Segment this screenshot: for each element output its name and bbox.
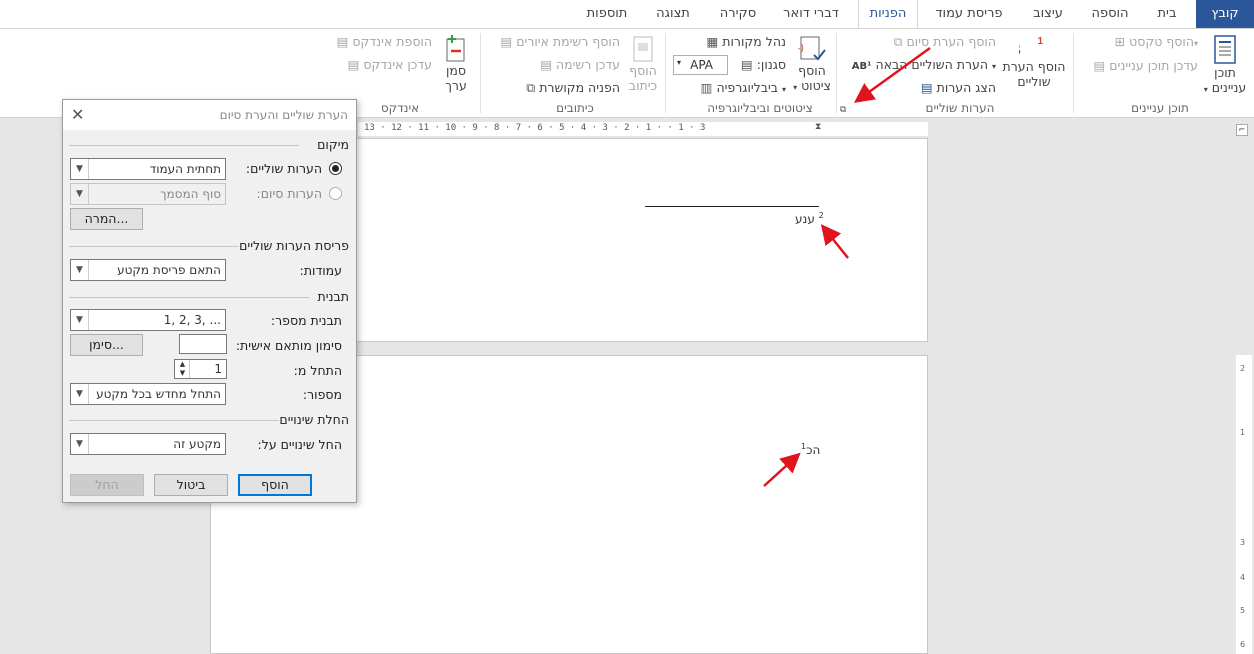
convert-button[interactable]: המרה... [70,208,143,230]
footnotes-location-select[interactable]: ▼ תחתית העמוד [70,158,226,180]
chevron-down-icon: ▼ [71,310,89,330]
dialog-title: הערת שוליים והערת סיום [219,108,348,122]
symbol-button[interactable]: סימן... [70,334,143,356]
columns-select[interactable]: ▼ התאם פריסת מקטע [70,259,226,281]
section-divider [69,420,279,421]
spinner-arrows-icon[interactable]: ▲ ▼ [176,360,190,378]
chevron-down-icon: ▼ [71,384,89,404]
custom-mark-input[interactable] [179,334,227,354]
endnotes-radio[interactable] [329,187,342,200]
endnotes-location-select[interactable]: ▼ סוף המסמך [70,183,226,205]
section-layout: פריסת הערות שוליים [239,238,349,253]
section-format: תבנית [317,289,349,304]
section-divider [69,297,309,298]
section-divider [69,246,239,247]
apply-to-label: החל שינויים על: [257,437,342,452]
dialog-title-bar[interactable]: הערת שוליים והערת סיום ✕ [63,100,356,130]
footnote-endnote-dialog: הערת שוליים והערת סיום ✕ מיקום הערות שול… [62,99,357,503]
insert-button[interactable]: הוסף [238,474,312,496]
start-at-spinner[interactable]: 1 ▲ ▼ [174,359,227,379]
apply-button[interactable]: החל [70,474,144,496]
section-divider [69,145,299,146]
number-format-label: תבנית מספר: [270,313,342,328]
annotation-arrow [763,452,801,487]
start-at-label: התחל מ: [293,363,342,378]
columns-label: עמודות: [299,263,342,278]
custom-mark-label: סימון מותאם אישית: [235,338,342,353]
section-apply-changes: החלת שינויים [279,412,349,427]
number-format-select[interactable]: ▼ 1, 2, 3, ... [70,309,226,331]
close-icon[interactable]: ✕ [71,105,84,124]
footnotes-radio[interactable] [329,162,342,175]
numbering-label: מספור: [302,387,342,402]
chevron-down-icon: ▼ [71,159,89,179]
footnotes-label: הערות שוליים: [245,161,322,176]
chevron-down-icon: ▼ [71,260,89,280]
chevron-down-icon: ▼ [71,434,89,454]
endnotes-label: הערות סיום: [256,186,322,201]
numbering-select[interactable]: ▼ התחל מחדש בכל מקטע [70,383,226,405]
apply-to-select[interactable]: ▼ מקטע זה [70,433,226,455]
cancel-button[interactable]: ביטול [154,474,228,496]
annotation-arrow [820,224,849,259]
chevron-down-icon: ▼ [71,184,89,204]
annotation-arrow [853,46,931,103]
section-location: מיקום [317,137,349,152]
